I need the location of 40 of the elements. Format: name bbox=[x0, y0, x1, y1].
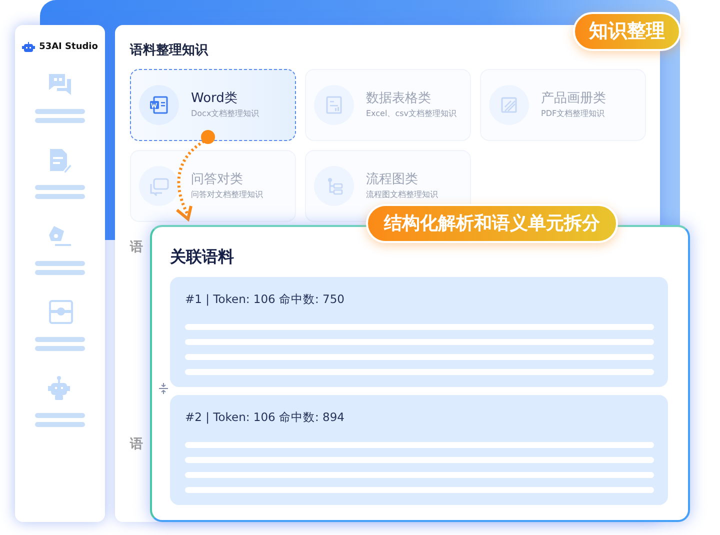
category-title: 问答对类 bbox=[191, 170, 244, 189]
placeholder-line bbox=[35, 270, 85, 274]
placeholder-line bbox=[35, 422, 85, 426]
placeholder-line bbox=[35, 336, 85, 342]
placeholder-line bbox=[35, 194, 85, 198]
category-title: 流程图类 bbox=[366, 170, 419, 189]
category-subtitle: 流程图文档整理知识 bbox=[366, 189, 438, 202]
logo-text: 53AI Studio bbox=[39, 41, 98, 54]
chunk-header: #1 | Token: 106 命中数: 750 bbox=[185, 291, 346, 308]
category-card[interactable]: 数据表格类 Excel、csv文档整理知识 bbox=[305, 68, 471, 140]
category-subtitle: PDF文档整理知识 bbox=[541, 108, 606, 120]
robot-logo-icon bbox=[22, 42, 36, 54]
split-icon bbox=[159, 383, 168, 394]
tag-badge: 结构化解析和语义单元拆分 bbox=[366, 204, 618, 243]
category-subtitle: 问答对文档整理知识 bbox=[191, 189, 263, 202]
tag-badge: 知识整理 bbox=[573, 12, 681, 50]
album-icon bbox=[499, 94, 519, 114]
category-title: 数据表格类 bbox=[366, 90, 432, 108]
category-card[interactable]: Word类 Docx文档整理知识 bbox=[130, 68, 296, 140]
placeholder-line bbox=[35, 412, 85, 418]
placeholder-line bbox=[35, 346, 85, 350]
category-card[interactable]: 产品画册类 PDF文档整理知识 bbox=[480, 68, 646, 140]
section-title: 语 bbox=[130, 238, 143, 256]
placeholder-line bbox=[35, 184, 85, 190]
chart-document-icon bbox=[324, 94, 344, 114]
section-title: 语料整理知识 bbox=[130, 42, 210, 60]
placeholder-line bbox=[35, 108, 85, 114]
placeholder-line bbox=[35, 118, 85, 122]
category-subtitle: Excel、csv文档整理知识 bbox=[366, 108, 456, 120]
qa-chat-icon bbox=[149, 176, 169, 196]
category-title: Word类 bbox=[191, 90, 238, 108]
category-card[interactable]: 问答对类 问答对文档整理知识 bbox=[130, 150, 296, 222]
section-title: 语 bbox=[130, 436, 143, 454]
media-panel-icon bbox=[46, 298, 74, 324]
chunk-header: #2 | Token: 106 命中数: 894 bbox=[185, 409, 346, 426]
category-subtitle: Docx文档整理知识 bbox=[191, 108, 260, 120]
word-file-icon bbox=[149, 94, 169, 114]
card-title: 关联语料 bbox=[170, 246, 235, 268]
placeholder-line bbox=[35, 260, 85, 266]
category-title: 产品画册类 bbox=[541, 90, 606, 108]
